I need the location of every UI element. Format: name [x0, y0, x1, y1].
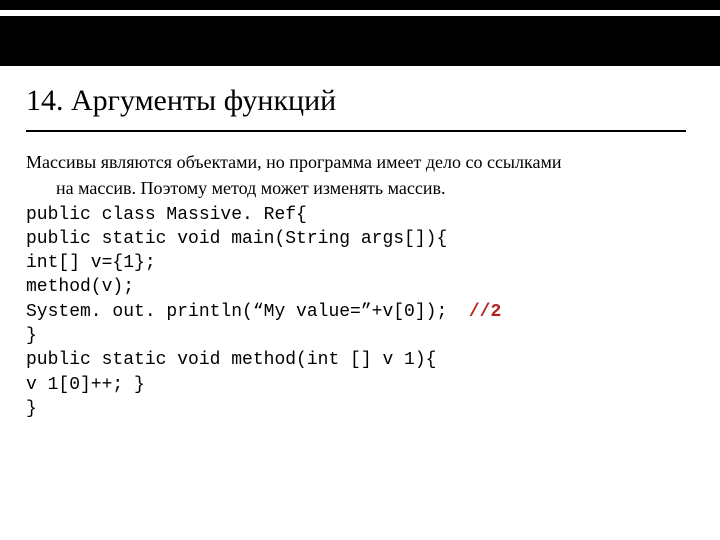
code-line-6: } [26, 324, 694, 348]
code-line-2: public static void main(String args[]){ [26, 227, 694, 251]
code-line-9: } [26, 397, 694, 421]
code-line-1: public class Massive. Ref{ [26, 203, 694, 227]
code-line-7: public static void method(int [] v 1){ [26, 348, 694, 372]
slide: 14. Аргументы функций Массивы являются о… [0, 0, 720, 540]
slide-title: 14. Аргументы функций [26, 84, 694, 118]
code-line-5: System. out. println(“My value=”+v[0]); … [26, 300, 694, 324]
code-line-5a: System. out. println(“My value=”+v[0]); [26, 302, 469, 322]
top-stripe-1 [0, 0, 720, 10]
code-line-4: method(v); [26, 275, 694, 299]
code-comment: //2 [469, 302, 501, 322]
slide-body: Массивы являются объектами, но программа… [0, 150, 720, 421]
code-line-3: int[] v={1}; [26, 251, 694, 275]
code-line-8: v 1[0]++; } [26, 373, 694, 397]
intro-text-line2: на массив. Поэтому метод может изменять … [26, 176, 694, 200]
title-underline [26, 130, 686, 132]
top-stripe-2 [0, 16, 720, 66]
title-area: 14. Аргументы функций [0, 66, 720, 126]
intro-text-line1: Массивы являются объектами, но программа… [26, 150, 694, 174]
